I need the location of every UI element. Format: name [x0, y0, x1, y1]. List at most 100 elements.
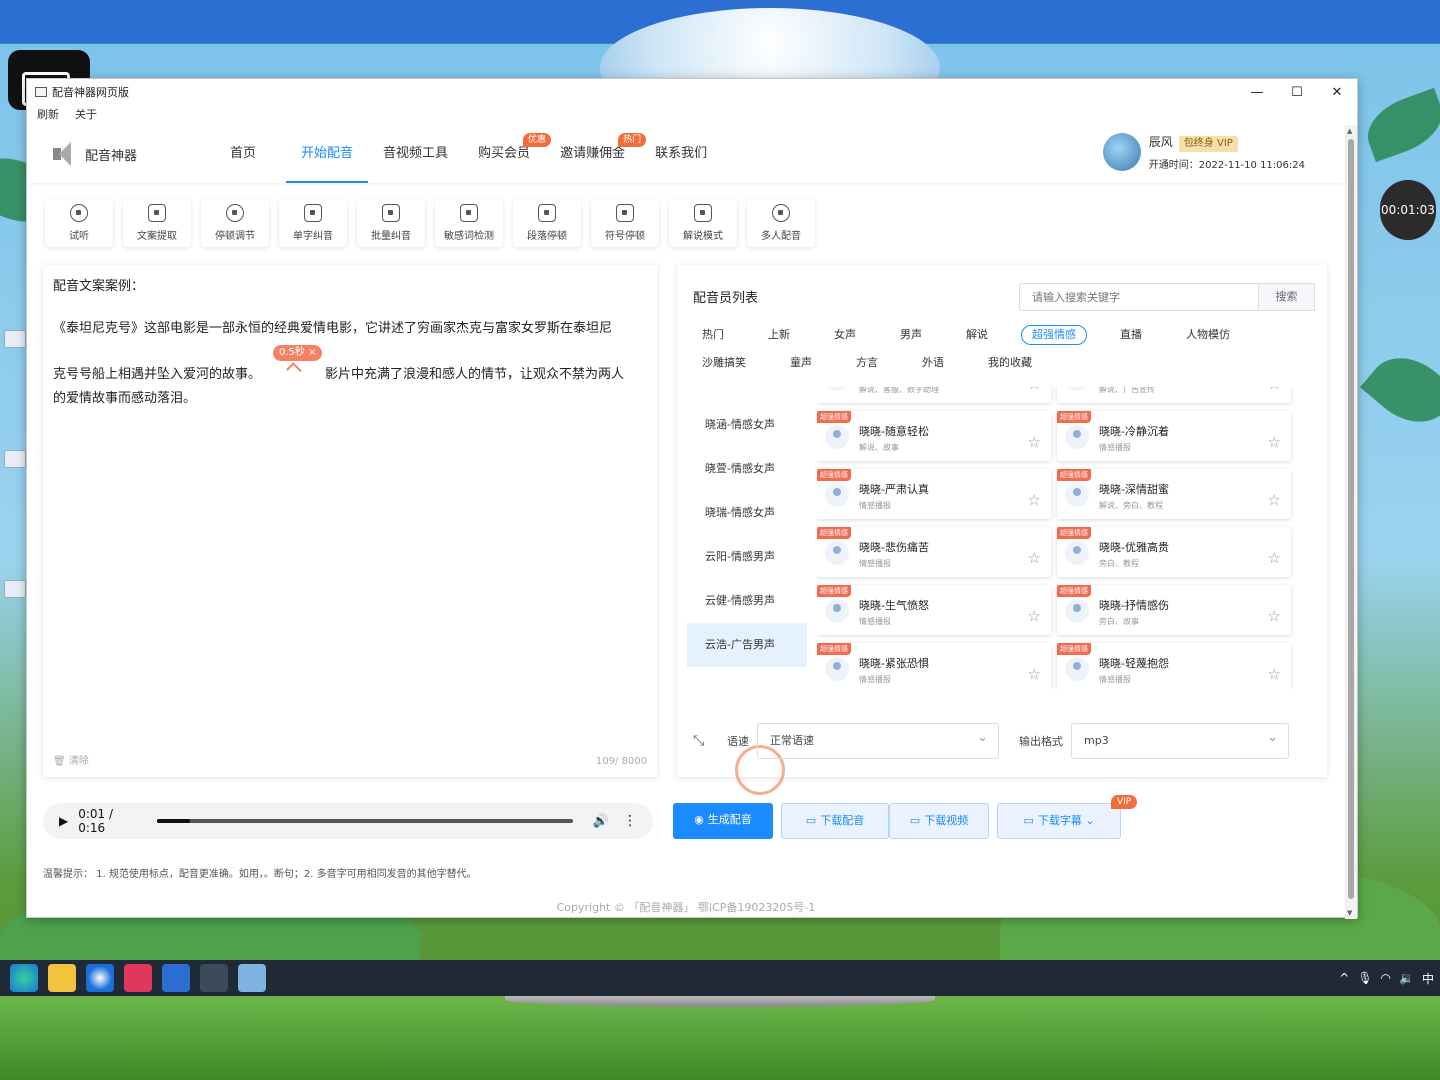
star-icon[interactable]: ☆: [1028, 491, 1041, 509]
speed-select[interactable]: 正常语速: [757, 721, 999, 759]
category-tab[interactable]: 人物模仿: [1175, 325, 1241, 345]
category-tab[interactable]: 方言: [845, 353, 889, 373]
category-tab[interactable]: 男声: [889, 325, 933, 345]
tool-paragraph-pause[interactable]: 段落停顿: [513, 199, 581, 247]
category-tab[interactable]: 直播: [1109, 325, 1153, 345]
star-icon[interactable]: ☆: [1268, 387, 1281, 393]
app-red-icon[interactable]: [124, 964, 152, 992]
pause-marker-tag[interactable]: 0.5秒 ×: [273, 345, 323, 361]
meeting-icon[interactable]: [162, 964, 190, 992]
nav-home[interactable]: 首页: [215, 125, 271, 183]
ime-indicator[interactable]: 中: [1422, 970, 1434, 987]
speaker-icon[interactable]: 🔉: [1399, 971, 1414, 985]
download-subtitle-button[interactable]: ▭ 下载字幕 ⌄: [997, 803, 1121, 839]
maximize-button[interactable]: ☐: [1277, 85, 1317, 100]
voice-list-item[interactable]: 云阳-情感男声: [687, 535, 807, 579]
tool-multi-voice[interactable]: 多人配音: [747, 199, 815, 247]
voice-card[interactable]: 超强情感 晓晓-轻蔑抱怨 情感播报 ☆: [1057, 643, 1291, 689]
voice-card[interactable]: 超强情感 晓晓-悲伤痛苦 情感播报 ☆: [817, 527, 1051, 577]
voice-card[interactable]: 超强情感 晓晓-生气愤怒 情感播报 ☆: [817, 585, 1051, 635]
tool-single-pronunciation[interactable]: 单字纠音: [279, 199, 347, 247]
star-icon[interactable]: ☆: [1268, 665, 1281, 683]
play-icon[interactable]: ▶: [59, 814, 68, 828]
wifi-icon[interactable]: ◠: [1381, 971, 1391, 985]
scroll-up-icon[interactable]: ▲: [1347, 127, 1352, 135]
star-icon[interactable]: ☆: [1268, 607, 1281, 625]
desktop-shortcut-icon[interactable]: [4, 580, 26, 598]
search-button[interactable]: 搜索: [1259, 283, 1315, 311]
app-blue-icon[interactable]: [238, 964, 266, 992]
voice-search-input[interactable]: [1019, 283, 1259, 311]
close-button[interactable]: ✕: [1317, 85, 1357, 100]
edge-icon[interactable]: [10, 964, 38, 992]
user-profile[interactable]: 辰风 包终身 VIP 开通时间：2022-11-10 11:06:24: [1102, 133, 1305, 171]
tool-preview[interactable]: 试听: [45, 199, 113, 247]
voice-card[interactable]: 超强情感 晓晓-紧张恐惧 情感播报 ☆: [817, 643, 1051, 689]
menu-refresh[interactable]: 刷新: [37, 106, 59, 122]
chevron-up-icon[interactable]: ^: [1339, 971, 1349, 985]
voice-list-item-selected[interactable]: 云浩-广告男声: [687, 623, 807, 667]
avatar[interactable]: [1102, 133, 1141, 171]
voice-card[interactable]: 超强情感 晓晓-抒情感伤 旁白、故事 ☆: [1057, 585, 1291, 635]
category-tab[interactable]: 我的收藏: [977, 353, 1043, 373]
nav-start-dubbing[interactable]: 开始配音: [286, 125, 369, 183]
scroll-down-icon[interactable]: ▼: [1347, 909, 1352, 917]
volume-icon[interactable]: 🔊: [593, 814, 609, 829]
tool-pause-adjust[interactable]: 停顿调节: [201, 199, 269, 247]
voice-list-item[interactable]: 晓瑞-情感女声: [687, 491, 807, 535]
nav-av-tools[interactable]: 音视频工具: [368, 125, 463, 183]
download-video-button[interactable]: ▭ 下载视频: [889, 803, 989, 839]
nav-contact[interactable]: 联系我们: [640, 125, 722, 183]
tool-narration-mode[interactable]: 解说模式: [669, 199, 737, 247]
category-tab[interactable]: 女声: [823, 325, 867, 345]
scrollbar-thumb[interactable]: [1348, 139, 1354, 899]
nav-buy-membership[interactable]: 购买会员 优惠: [463, 125, 552, 183]
voice-list-item[interactable]: 晓萱-情感女声: [687, 447, 807, 491]
voice-card[interactable]: 超强情感 晓晓-随意轻松 解说、故事 ☆: [817, 411, 1051, 461]
category-tab[interactable]: 热门: [691, 325, 735, 345]
tool-sensitive-check[interactable]: 敏感词检测: [435, 199, 503, 247]
voice-card[interactable]: 超强情感 晓晓-优雅高贵 旁白、教程 ☆: [1057, 527, 1291, 577]
category-tab-selected[interactable]: 超强情感: [1021, 325, 1087, 345]
category-tab[interactable]: 童声: [779, 353, 823, 373]
collapse-icon[interactable]: ⤡: [693, 733, 711, 749]
minimize-button[interactable]: —: [1237, 85, 1277, 100]
voice-card[interactable]: 解说、广告宣传 ☆: [1057, 387, 1291, 403]
tool-batch-pronunciation[interactable]: 批量纠音: [357, 199, 425, 247]
star-icon[interactable]: ☆: [1028, 549, 1041, 567]
voice-card[interactable]: 超强情感 晓晓-严肃认真 情感播报 ☆: [817, 469, 1051, 519]
page-scrollbar[interactable]: ▲ ▼: [1345, 125, 1357, 919]
desktop-shortcut-icon[interactable]: [4, 330, 26, 348]
text-editor-panel[interactable]: 配音文案案例： 《泰坦尼克号》这部电影是一部永恒的经典爱情电影，它讲述了穷画家杰…: [43, 265, 657, 777]
category-tab[interactable]: 上新: [757, 325, 801, 345]
star-icon[interactable]: ☆: [1028, 665, 1041, 683]
player-progress[interactable]: [157, 819, 573, 823]
voice-card[interactable]: 超强情感 晓晓-深情甜蜜 解说、旁白、教程 ☆: [1057, 469, 1291, 519]
chevron-down-icon[interactable]: ⌄: [1085, 814, 1094, 827]
star-icon[interactable]: ☆: [1268, 549, 1281, 567]
dubbing-app-icon[interactable]: [200, 964, 228, 992]
star-icon[interactable]: ☆: [1268, 433, 1281, 451]
menu-about[interactable]: 关于: [75, 106, 97, 122]
voice-card[interactable]: 超强情感 晓晓-冷静沉着 情感播报 ☆: [1057, 411, 1291, 461]
star-icon[interactable]: ☆: [1028, 433, 1041, 451]
tool-extract-text[interactable]: 文案提取: [123, 199, 191, 247]
brand-logo[interactable]: 配音神器: [53, 142, 203, 166]
generate-button[interactable]: ◉ 生成配音: [673, 803, 773, 839]
sogou-icon[interactable]: [86, 964, 114, 992]
star-icon[interactable]: ☆: [1028, 387, 1041, 393]
category-tab[interactable]: 外语: [911, 353, 955, 373]
voice-card[interactable]: 解说、客服、数字助理 ☆: [817, 387, 1051, 403]
category-tab[interactable]: 沙雕搞笑: [691, 353, 757, 373]
star-icon[interactable]: ☆: [1028, 607, 1041, 625]
voice-list-item[interactable]: 晓涵-情感女声: [687, 403, 807, 447]
editor-text[interactable]: 《泰坦尼克号》这部电影是一部永恒的经典爱情电影，它讲述了穷画家杰克与富家女罗斯在…: [53, 317, 647, 411]
microphone-icon[interactable]: 🎙: [1357, 971, 1372, 985]
desktop-shortcut-icon[interactable]: [4, 450, 26, 468]
clear-button[interactable]: 🗑 清除: [53, 752, 89, 767]
download-audio-button[interactable]: ▭ 下载配音: [781, 803, 889, 839]
voice-list-item[interactable]: 云健-情感男声: [687, 579, 807, 623]
nav-invite[interactable]: 邀请赚佣金 热门: [545, 125, 647, 183]
category-tab[interactable]: 解说: [955, 325, 999, 345]
tool-symbol-pause[interactable]: 符号停顿: [591, 199, 659, 247]
